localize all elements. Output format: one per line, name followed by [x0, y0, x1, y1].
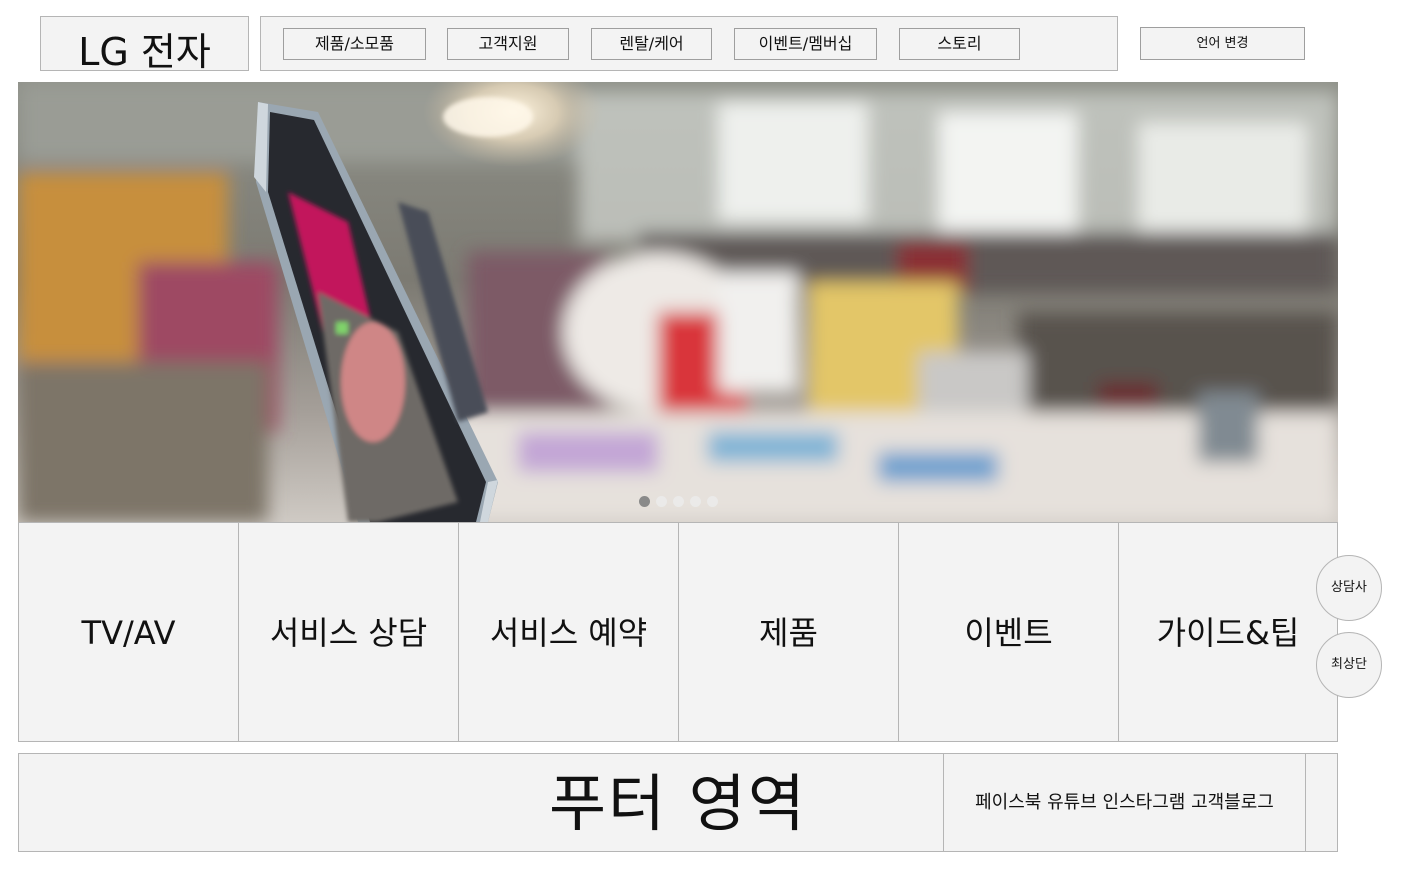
- nav-item-support[interactable]: 고객지원: [447, 28, 569, 60]
- slider-dot[interactable]: [706, 496, 718, 507]
- nav-item-rental[interactable]: 렌탈/케어: [591, 28, 712, 60]
- main-navigation: 제품/소모품 고객지원 렌탈/케어 이벤트/멤버십 스토리: [260, 16, 1118, 71]
- slider-dot[interactable]: [672, 496, 684, 507]
- slider-pagination: [18, 496, 1338, 507]
- footer: 푸터 영역 페이스북 유튜브 인스타그램 고객블로그: [18, 753, 1338, 852]
- nav-item-story[interactable]: 스토리: [899, 28, 1020, 60]
- sns-instagram-link[interactable]: 인스타그램: [1103, 792, 1186, 813]
- sns-links: 페이스북 유튜브 인스타그램 고객블로그: [943, 753, 1306, 852]
- hero-banner[interactable]: [18, 82, 1338, 522]
- quick-menu-guide-tips[interactable]: 가이드&팁: [1118, 522, 1338, 742]
- sns-youtube-link[interactable]: 유튜브: [1047, 792, 1097, 813]
- scroll-top-button[interactable]: 최상단: [1316, 632, 1382, 698]
- nav-item-events[interactable]: 이벤트/멤버십: [734, 28, 877, 60]
- slider-dot[interactable]: [689, 496, 701, 507]
- quick-menu-tv-av[interactable]: TV/AV: [18, 522, 239, 742]
- quick-menu-service-reservation[interactable]: 서비스 예약: [458, 522, 679, 742]
- logo-text: LG 전자: [78, 30, 211, 71]
- sns-blog-link[interactable]: 고객블로그: [1191, 792, 1274, 813]
- footer-title: 푸터 영역: [549, 767, 807, 840]
- logo[interactable]: LG 전자: [40, 16, 249, 71]
- quick-menu-events[interactable]: 이벤트: [898, 522, 1119, 742]
- language-button[interactable]: 언어 변경: [1140, 27, 1305, 60]
- slider-dot[interactable]: [638, 496, 650, 507]
- nav-item-products[interactable]: 제품/소모품: [283, 28, 426, 60]
- slider-dot[interactable]: [655, 496, 667, 507]
- sns-facebook-link[interactable]: 페이스북: [975, 792, 1041, 813]
- consultant-button[interactable]: 상담사: [1316, 555, 1382, 621]
- quick-menu-service-consult[interactable]: 서비스 상담: [238, 522, 459, 742]
- quick-menu-products[interactable]: 제품: [678, 522, 899, 742]
- hero-image: [18, 82, 1338, 522]
